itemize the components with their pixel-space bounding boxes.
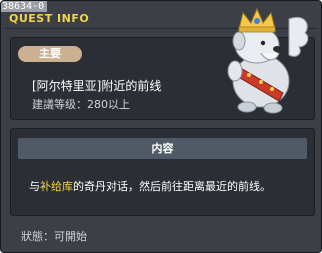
quest-level-requirement: 建議等级：280以上 (32, 98, 130, 111)
npc-arm (227, 60, 243, 82)
npc-wing (288, 17, 309, 57)
description-text-start: 与 (29, 180, 40, 193)
content-header: 内容 (18, 138, 307, 159)
description-text-end: 的奇丹对话，然后前往距离最近的前线。 (73, 180, 271, 193)
quest-category-badge: 主要 (18, 46, 82, 62)
npc-foot-left (237, 101, 257, 113)
quest-content-panel: 内容 与补给库的奇丹对话，然后前往距离最近的前线。 (10, 128, 315, 216)
npc-name-highlight: 补给库 (40, 180, 73, 193)
quest-id-label: 38634-0 (1, 1, 48, 12)
window-title: QUEST INFO (9, 12, 90, 25)
quest-description: 与补给库的奇丹对话，然后前往距离最近的前线。 (29, 178, 271, 194)
quest-status: 狀態：可開始 (21, 230, 87, 243)
knight-dog-npc-icon (227, 7, 309, 114)
quest-name: [阿尔特里亚]附近的前线 (32, 79, 162, 93)
npc-eye (260, 40, 266, 46)
quest-info-window: 38634-0 QUEST INFO 主要 [阿尔特里亚]附近的前线 建議等级：… (0, 0, 322, 253)
npc-foot-right (263, 102, 283, 114)
